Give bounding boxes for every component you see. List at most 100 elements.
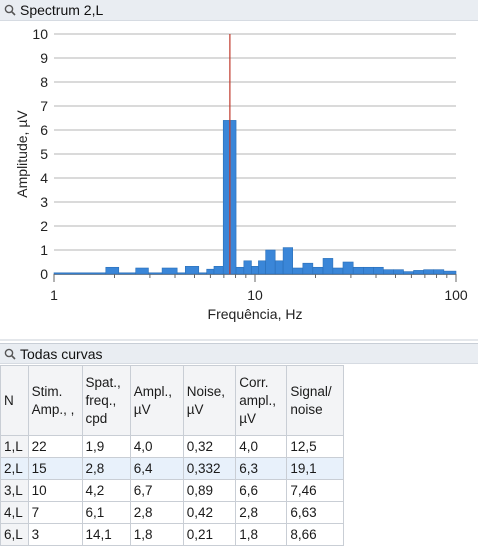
table-cell: 4,0	[129, 435, 184, 458]
column-header[interactable]: Noise, µV	[182, 365, 237, 436]
column-header[interactable]: Spat., freq., cpd	[81, 365, 131, 436]
search-icon[interactable]	[0, 343, 20, 364]
table-panel-header: Todas curvas	[0, 343, 478, 364]
spectrum-bar	[363, 266, 374, 275]
y-tick-label: 9	[40, 50, 48, 66]
table-row[interactable]: 1,L 22 1,9 4,0 0,32 4,0 12,5	[0, 435, 344, 458]
y-tick-label: 0	[40, 266, 48, 282]
spectrum-panel-title: Spectrum 2,L	[20, 2, 104, 18]
column-header-line: µV	[133, 401, 151, 417]
table-cell: 3	[27, 523, 83, 546]
table-cell: 2,8	[129, 501, 184, 524]
table-row[interactable]: 6,L 3 14,1 1,8 0,21 1,8 8,66	[0, 523, 344, 546]
spectrum-bar	[302, 262, 314, 275]
spectrum-bar	[148, 272, 163, 275]
spectrum-bar	[443, 270, 457, 275]
table-cell: 19,1	[286, 457, 344, 480]
spectrum-bar	[118, 272, 137, 275]
column-header-line: noise	[290, 401, 323, 417]
table-cell: 0,32	[182, 435, 237, 458]
spectrum-bar	[393, 269, 404, 275]
panel-divider[interactable]	[0, 339, 478, 341]
table-cell: 14,1	[81, 523, 131, 546]
spectrum-bar	[322, 258, 334, 275]
spectrum-bar	[352, 266, 364, 275]
spectrum-bar	[198, 272, 207, 275]
y-tick-label: 7	[40, 98, 48, 114]
table-cell: 7,46	[286, 479, 344, 502]
column-header[interactable]: N	[0, 365, 29, 436]
curves-table: N Stim. Amp., , Spat., freq., cpd Ampl., µV Nois…	[0, 365, 344, 546]
spectrum-chart-svg: 0123456789101 10 100Frequência, HzAmplitud…	[14, 26, 468, 322]
spectrum-bar	[342, 261, 354, 275]
spectrum-bar	[213, 266, 224, 275]
table-cell: 2,8	[81, 457, 131, 480]
spectrum-bar	[105, 266, 120, 275]
table-cell: 4,2	[81, 479, 131, 502]
table-row[interactable]: 2,L 15 2,8 6,4 0,332 6,3 19,1	[0, 457, 344, 480]
column-header[interactable]: Corr. ampl., µV	[235, 365, 288, 436]
table-panel-title: Todas curvas	[20, 345, 103, 362]
x-tick-label: 100	[444, 287, 468, 303]
curves-table-wrapper: N Stim. Amp., , Spat., freq., cpd Ampl., µV Nois…	[0, 365, 344, 546]
table-cell: 8,66	[286, 523, 344, 546]
spectrum-bar	[292, 267, 304, 275]
spectrum-bar	[184, 266, 200, 275]
spectrum-bar	[282, 247, 293, 275]
column-header-line: Stim.	[31, 383, 63, 399]
table-row[interactable]: 4,L 7 6,1 2,8 0,42 2,8 6,63	[0, 501, 344, 524]
spectrum-chart: 0 1 2 3 4 5 6 7 8 9 10 1 10 100 Frequência, Hz Amplitud…	[0, 21, 478, 339]
spectrum-bar	[161, 267, 178, 275]
spectrum-bar	[423, 269, 435, 275]
table-row[interactable]: 3,L 10 4,2 6,7 0,89 6,6 7,46	[0, 479, 344, 502]
table-header-row: N Stim. Amp., , Spat., freq., cpd Ampl., µV Nois…	[0, 365, 344, 436]
column-header-line: ampl.,	[239, 392, 276, 408]
spectrum-bar	[413, 270, 424, 275]
table-cell: 0,332	[182, 457, 237, 480]
spectrum-bar	[176, 272, 186, 275]
spectrum-bar	[403, 271, 414, 275]
column-header-line: N	[4, 392, 14, 408]
table-body: 1,L 22 1,9 4,0 0,32 4,0 12,5 2,L 15 2,8 6,4 0,332 6,…	[0, 435, 344, 546]
row-number-cell: 2,L	[0, 457, 29, 480]
table-cell: 6,6	[235, 479, 288, 502]
spectrum-bar	[383, 269, 394, 275]
table-cell: 0,89	[182, 479, 237, 502]
row-number-cell: 4,L	[0, 501, 29, 524]
table-cell: 2,8	[235, 501, 288, 524]
spectrum-bar	[312, 266, 324, 275]
search-icon[interactable]	[0, 0, 20, 21]
table-cell: 6,63	[286, 501, 344, 524]
column-header-line: Ampl.,	[133, 383, 173, 399]
x-tick-label: 1	[50, 287, 58, 303]
table-cell: 6,7	[129, 479, 184, 502]
table-cell: 4,0	[235, 435, 288, 458]
table-cell: 22	[27, 435, 83, 458]
spectrum-bar	[265, 249, 276, 275]
spectrum-bar	[206, 268, 215, 275]
spectrum-bar	[53, 272, 107, 275]
column-header[interactable]: Ampl., µV	[129, 365, 184, 436]
table-cell: 1,8	[129, 523, 184, 546]
table-cell: 10	[27, 479, 83, 502]
table-cell: 12,5	[286, 435, 344, 458]
y-tick-label: 10	[32, 26, 48, 42]
column-header-line: cpd	[85, 410, 108, 426]
spectrum-bar	[243, 260, 252, 275]
spectrum-panel-header: Spectrum 2,L	[0, 0, 478, 21]
y-tick-label: 4	[40, 170, 48, 186]
spectrum-bar	[373, 266, 384, 275]
table-cell: 1,9	[81, 435, 131, 458]
column-header[interactable]: Stim. Amp., ,	[27, 365, 83, 436]
column-header[interactable]: Signal/noise	[286, 365, 344, 436]
y-tick-label: 1	[40, 242, 48, 258]
spectrum-bar	[274, 260, 284, 275]
column-header-line: Noise,	[186, 383, 226, 399]
table-cell: 6,1	[81, 501, 131, 524]
table-cell: 1,8	[235, 523, 288, 546]
spectrum-bar	[251, 266, 259, 275]
column-header-line: Corr.	[239, 374, 269, 390]
table-cell: 6,3	[235, 457, 288, 480]
row-number-cell: 1,L	[0, 435, 29, 458]
table-cell: 6,4	[129, 457, 184, 480]
